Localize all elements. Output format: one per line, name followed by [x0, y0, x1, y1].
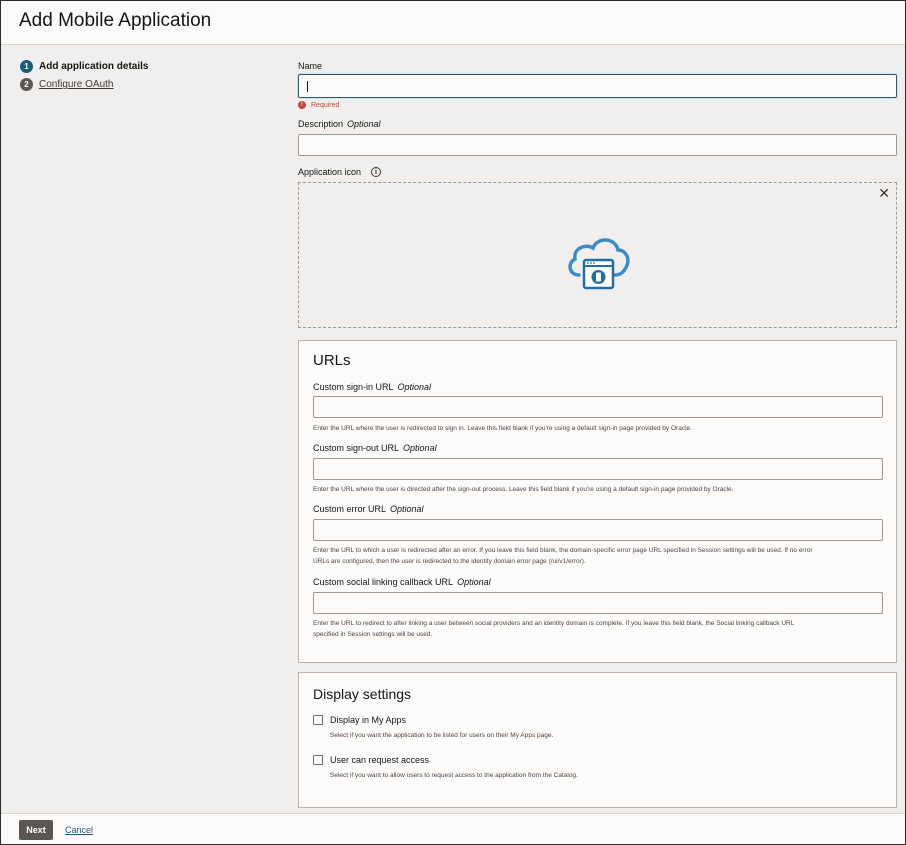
step-label[interactable]: Configure OAuth: [39, 79, 114, 90]
request-access-help: Select if you want to allow users to req…: [330, 772, 578, 779]
sign-out-url-label: Custom sign-out URL Optional: [313, 443, 437, 453]
error-url-help-1: Enter the URL to which a user is redirec…: [313, 547, 813, 554]
social-callback-url-help-1: Enter the URL to redirect to after linki…: [313, 620, 795, 627]
optional-tag: Optional: [390, 504, 424, 514]
cancel-link[interactable]: Cancel: [65, 825, 93, 835]
error-text: Required: [311, 101, 340, 109]
display-settings-section: Display settings Display in My Apps Sele…: [298, 672, 897, 808]
info-icon[interactable]: i: [371, 167, 381, 177]
app-icon-label: Application icon: [298, 167, 362, 177]
error-url-label: Custom error URL Optional: [313, 504, 424, 514]
request-access-checkbox[interactable]: [313, 755, 323, 765]
step-add-details[interactable]: 1 Add application details: [20, 60, 148, 73]
optional-tag: Optional: [397, 382, 432, 392]
next-button[interactable]: Next: [19, 820, 53, 840]
close-icon[interactable]: ✕: [878, 185, 890, 202]
step-number: 2: [20, 78, 33, 91]
name-label: Name: [298, 61, 323, 71]
error-url-help-2: URLs are configured, then the user is re…: [313, 558, 586, 565]
social-callback-url-help-2: specified in Session settings will be us…: [313, 631, 433, 638]
social-callback-url-label-text: Custom social linking callback URL: [313, 577, 454, 587]
optional-tag: Optional: [457, 577, 491, 587]
error-icon: !: [298, 101, 306, 109]
sign-out-url-label-text: Custom sign-out URL: [313, 443, 400, 453]
step-number: 1: [20, 60, 33, 73]
page-header: Add Mobile Application: [1, 1, 905, 45]
error-url-label-text: Custom error URL: [313, 504, 387, 514]
display-in-my-apps-help: Select if you want the application to be…: [330, 732, 554, 739]
urls-section: URLs Custom sign-in URL Optional Enter th…: [298, 340, 897, 663]
social-callback-url-label: Custom social linking callback URL Option…: [313, 577, 491, 587]
name-error: ! Required: [298, 101, 339, 109]
optional-tag: Optional: [347, 119, 381, 129]
display-settings-title: Display settings: [313, 686, 412, 702]
step-configure-oauth[interactable]: 2 Configure OAuth: [20, 78, 114, 91]
description-label: Description Optional: [298, 119, 381, 129]
text-caret: [307, 81, 308, 92]
cloud-mobile-app-icon: [568, 238, 630, 290]
request-access-label[interactable]: User can request access: [330, 755, 429, 765]
icon-dropzone[interactable]: ✕: [298, 182, 897, 328]
optional-tag: Optional: [403, 443, 437, 453]
step-label: Add application details: [39, 61, 149, 72]
sign-in-url-input[interactable]: [313, 396, 883, 418]
display-in-my-apps-label[interactable]: Display in My Apps: [330, 715, 406, 725]
name-input[interactable]: [298, 74, 897, 98]
social-callback-url-input[interactable]: [313, 592, 883, 614]
page-title: Add Mobile Application: [19, 10, 212, 31]
footer-bar: Next Cancel: [1, 813, 905, 844]
display-in-my-apps-checkbox[interactable]: [313, 715, 323, 725]
error-url-input[interactable]: [313, 519, 883, 541]
sign-out-url-help: Enter the URL where the user is directed…: [313, 486, 734, 493]
sign-in-url-help: Enter the URL where the user is redirect…: [313, 425, 692, 432]
sign-in-url-label: Custom sign-in URL Optional: [313, 382, 431, 392]
description-label-text: Description: [298, 119, 344, 129]
sign-out-url-input[interactable]: [313, 458, 883, 480]
sign-in-url-label-text: Custom sign-in URL: [313, 382, 394, 392]
urls-title: URLs: [313, 352, 351, 369]
description-input[interactable]: [298, 134, 897, 156]
